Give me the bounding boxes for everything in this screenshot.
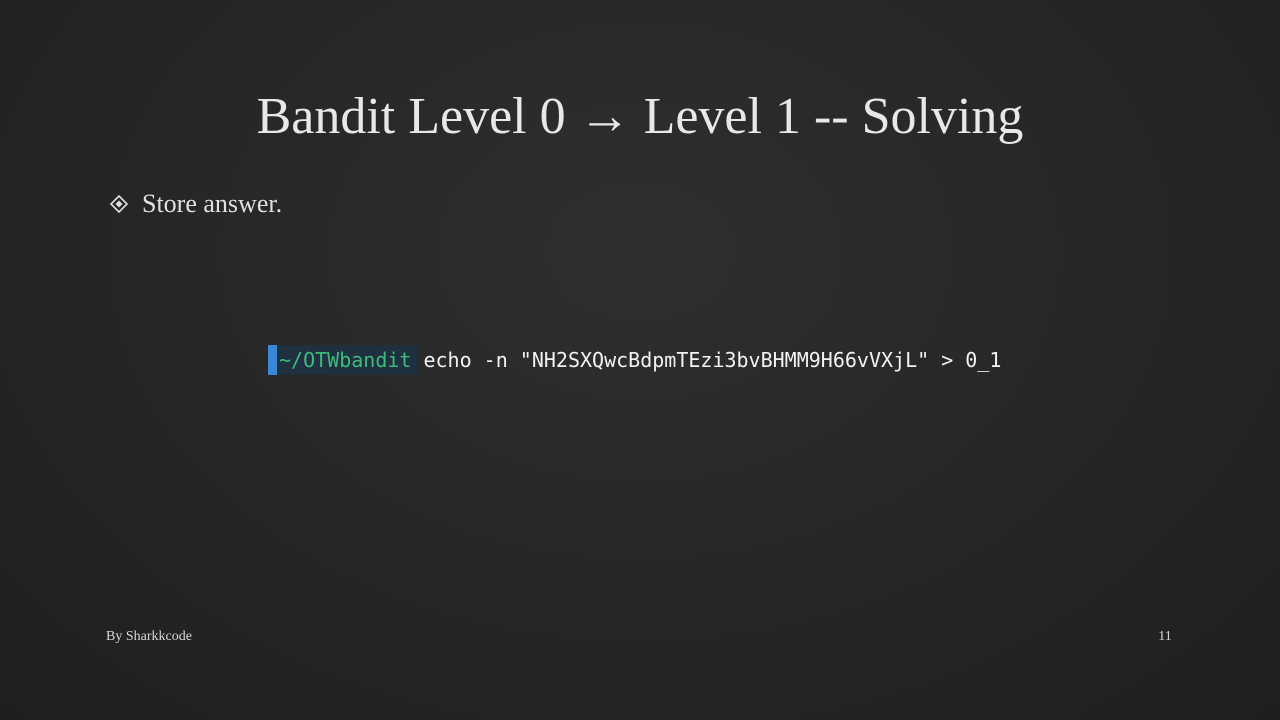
slide-title: Bandit Level 0 → Level 1 -- Solving [256, 88, 1024, 145]
diamond-bullet-icon [109, 194, 129, 214]
terminal-command: echo -n "NH2SXQwcBdpmTEzi3bvBHMM9H66vVXj… [423, 348, 1002, 372]
footer-author: By Sharkkcode [106, 629, 192, 644]
bullet-text: Store answer. [142, 189, 283, 218]
terminal-command-line: ~/OTWbandit echo -n "NH2SXQwcBdpmTEzi3bv… [268, 345, 1001, 375]
terminal-path: ~/OTWbandit [277, 345, 418, 375]
terminal-cursor-marker [268, 345, 277, 375]
bullet-item: Store answer. [109, 186, 283, 222]
slide: Bandit Level 0 → Level 1 -- Solving Stor… [0, 0, 1280, 720]
page-number: 11 [1158, 629, 1172, 644]
